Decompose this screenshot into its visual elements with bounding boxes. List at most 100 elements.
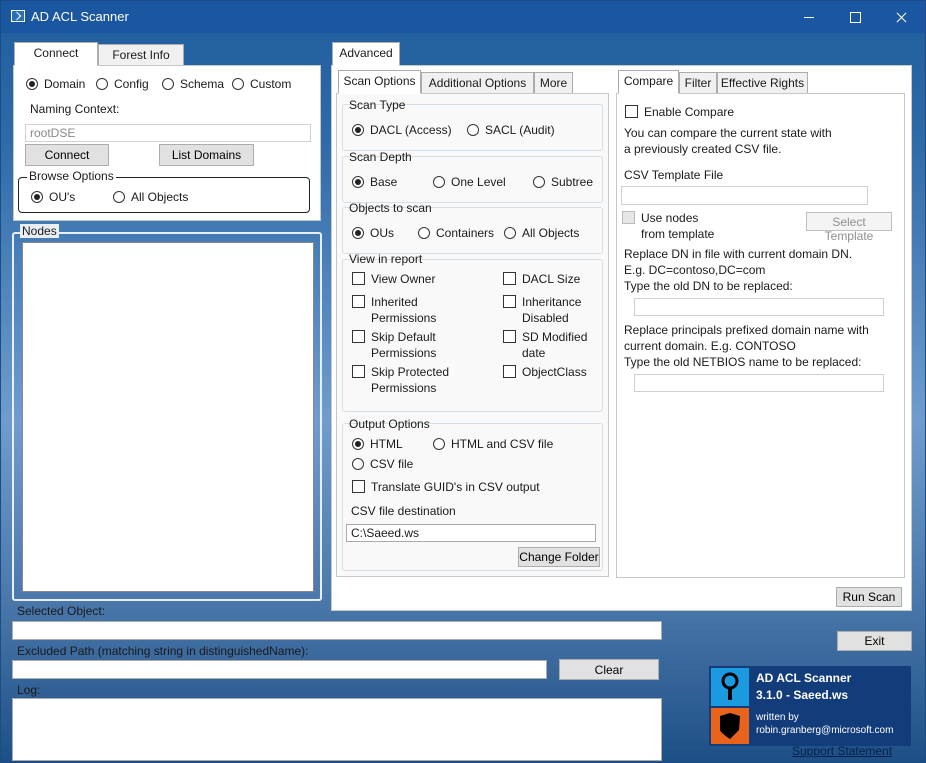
csv-destination-input[interactable]: C:\Saeed.ws — [346, 524, 596, 542]
checkbox-label: Inherited Permissions — [371, 295, 437, 325]
excluded-path-label: Excluded Path (matching string in distin… — [17, 644, 309, 658]
radio-custom[interactable]: Custom — [232, 77, 291, 91]
radio-indicator — [418, 227, 430, 239]
checkbox-box — [503, 330, 516, 343]
old-netbios-label: Type the old NETBIOS name to be replaced… — [624, 355, 862, 369]
radio-config[interactable]: Config — [96, 77, 149, 91]
advanced-panel: Scan Options Additional Options More Sca… — [331, 65, 912, 611]
checkbox-dacl-size[interactable]: DACL Size — [503, 271, 580, 287]
support-statement-link[interactable]: Support Statement — [792, 744, 892, 758]
old-dn-input[interactable] — [634, 298, 884, 316]
window-title: AD ACL Scanner — [31, 9, 129, 24]
replace-principals-line1: Replace principals prefixed domain name … — [624, 323, 869, 337]
nodes-tree[interactable] — [22, 242, 314, 592]
radio-schema[interactable]: Schema — [162, 77, 224, 91]
radio-indicator — [232, 78, 244, 90]
csv-template-file-input[interactable] — [621, 186, 868, 205]
radio-label: One Level — [451, 175, 506, 189]
radio-one-level[interactable]: One Level — [433, 175, 506, 189]
about-written-by: written by — [756, 712, 799, 723]
tab-compare[interactable]: Compare — [618, 70, 679, 94]
scan-depth-label: Scan Depth — [349, 150, 412, 164]
replace-dn-line1: Replace DN in file with current domain D… — [624, 247, 853, 261]
radio-domain[interactable]: Domain — [26, 77, 85, 91]
radio-browse-all-objects[interactable]: All Objects — [113, 190, 188, 204]
csv-template-file-label: CSV Template File — [624, 168, 724, 182]
tab-additional-options[interactable]: Additional Options — [421, 72, 534, 94]
radio-label: All Objects — [131, 190, 189, 204]
radio-indicator — [352, 227, 364, 239]
radio-indicator — [352, 458, 364, 470]
tab-scan-options[interactable]: Scan Options — [338, 70, 421, 94]
tab-advanced[interactable]: Advanced — [332, 42, 400, 66]
output-options-label: Output Options — [349, 417, 430, 431]
checkbox-skip-default-permissions[interactable]: Skip Default Permissions — [352, 329, 436, 361]
list-domains-button[interactable]: List Domains — [159, 144, 254, 166]
naming-context-input[interactable]: rootDSE — [25, 124, 311, 142]
checkbox-inheritance-disabled[interactable]: Inheritance Disabled — [503, 294, 581, 326]
checkbox-skip-protected-permissions[interactable]: Skip Protected Permissions — [352, 364, 449, 396]
radio-indicator — [162, 78, 174, 90]
old-netbios-input[interactable] — [634, 374, 884, 392]
exit-button[interactable]: Exit — [837, 631, 912, 651]
radio-ous[interactable]: OUs — [352, 226, 394, 240]
radio-base[interactable]: Base — [352, 175, 397, 189]
tab-effective-rights[interactable]: Effective Rights — [717, 72, 808, 94]
radio-html[interactable]: HTML — [352, 437, 403, 451]
checkbox-enable-compare[interactable]: Enable Compare — [625, 104, 734, 120]
selected-object-label: Selected Object: — [17, 604, 106, 618]
checkbox-box — [352, 272, 365, 285]
select-template-button[interactable]: Select Template — [806, 212, 892, 243]
connect-button[interactable]: Connect — [25, 144, 109, 166]
checkbox-box — [503, 295, 516, 308]
scan-type-label: Scan Type — [349, 98, 406, 112]
checkbox-box — [625, 105, 638, 118]
powershell-icon — [11, 10, 25, 22]
objects-to-scan-label: Objects to scan — [349, 201, 432, 215]
radio-html-and-csv[interactable]: HTML and CSV file — [433, 437, 553, 451]
about-version: 3.1.0 - Saeed.ws — [756, 688, 849, 702]
tab-connect[interactable]: Connect — [14, 42, 98, 66]
radio-indicator — [96, 78, 108, 90]
nodes-frame — [12, 232, 322, 601]
radio-all-objects[interactable]: All Objects — [504, 226, 579, 240]
checkbox-inherited-permissions[interactable]: Inherited Permissions — [352, 294, 436, 326]
clear-button[interactable]: Clear — [559, 659, 659, 680]
radio-indicator — [352, 124, 364, 136]
checkbox-box — [352, 480, 365, 493]
radio-browse-ous[interactable]: OU's — [31, 190, 75, 204]
excluded-path-input[interactable] — [12, 660, 547, 679]
tab-more[interactable]: More — [534, 72, 573, 94]
log-textbox[interactable] — [12, 698, 662, 761]
checkbox-objectclass[interactable]: ObjectClass — [503, 364, 587, 380]
checkbox-use-nodes-from-template[interactable]: Use nodes from template — [622, 210, 714, 242]
radio-containers[interactable]: Containers — [418, 226, 494, 240]
replace-dn-line2: E.g. DC=contoso,DC=com — [624, 263, 766, 277]
checkbox-box — [622, 211, 635, 224]
magnifier-icon — [711, 668, 749, 706]
checkbox-label: Skip Default Permissions — [371, 330, 437, 360]
minimize-button[interactable] — [786, 1, 832, 33]
old-dn-label: Type the old DN to be replaced: — [624, 279, 793, 293]
radio-label: Domain — [44, 77, 86, 91]
maximize-button[interactable] — [832, 1, 878, 33]
checkbox-label: Use nodes from template — [641, 211, 715, 241]
radio-subtree[interactable]: Subtree — [533, 175, 593, 189]
tab-filter[interactable]: Filter — [679, 72, 717, 94]
change-folder-button[interactable]: Change Folder — [518, 547, 600, 567]
title-bar: AD ACL Scanner — [1, 1, 925, 33]
checkbox-sd-modified-date[interactable]: SD Modified date — [503, 329, 587, 361]
radio-label: All Objects — [522, 226, 580, 240]
radio-sacl[interactable]: SACL (Audit) — [467, 123, 555, 137]
tab-forest-info[interactable]: Forest Info — [98, 44, 184, 66]
radio-indicator — [533, 176, 545, 188]
radio-dacl[interactable]: DACL (Access) — [352, 123, 452, 137]
close-button[interactable] — [878, 1, 924, 33]
radio-csv-file[interactable]: CSV file — [352, 457, 413, 471]
radio-label: Base — [370, 175, 398, 189]
checkbox-box — [352, 365, 365, 378]
checkbox-translate-guid[interactable]: Translate GUID's in CSV output — [352, 479, 540, 495]
selected-object-input[interactable] — [12, 621, 662, 640]
run-scan-button[interactable]: Run Scan — [836, 587, 902, 607]
checkbox-view-owner[interactable]: View Owner — [352, 271, 435, 287]
